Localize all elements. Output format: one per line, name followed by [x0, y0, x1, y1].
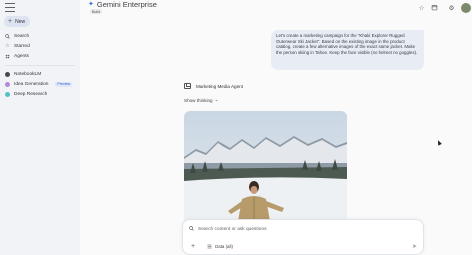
new-chat-label: New	[15, 18, 26, 25]
user-message-bubble: Let's create a marketing campaign for th…	[271, 30, 424, 70]
sidebar-agent-notebooklm[interactable]: NotebookLM	[5, 70, 41, 78]
star-icon: ☆	[5, 43, 10, 49]
app-title: ✦ Gemini Enterprise	[88, 0, 157, 9]
show-thinking-label: Show thinking	[184, 97, 213, 103]
plus-icon: +	[8, 18, 13, 25]
sidebar-divider	[5, 65, 75, 66]
search-input-placeholder[interactable]: Search content or ask questions	[198, 227, 267, 232]
sidebar-item-agents[interactable]: Agents	[5, 52, 29, 60]
data-source-label: Data (all)	[215, 244, 233, 249]
deep-research-icon	[5, 91, 10, 97]
mouse-cursor	[436, 139, 442, 146]
sidebar-agent-idea-generation[interactable]: Idea Generation Preview	[5, 80, 73, 88]
agent-name: Marketing Media Agent	[196, 83, 243, 89]
sidebar-item-label: Starred	[14, 43, 30, 49]
chevron-down-icon: ⌄	[214, 97, 219, 102]
app-subtitle-badge: Build	[90, 9, 102, 14]
sidebar-item-label: Search	[14, 33, 30, 39]
generated-image[interactable]	[184, 111, 347, 221]
gemini-spark-icon: ✦	[88, 1, 94, 8]
send-icon[interactable]: ➤	[412, 243, 417, 250]
sidebar-agent-label: Idea Generation	[14, 81, 49, 87]
search-row[interactable]: Search content or ask questions	[189, 226, 267, 233]
chat-input-box[interactable]: Search content or ask questions + Data (…	[182, 219, 424, 255]
history-icon[interactable]	[431, 4, 438, 11]
notebooklm-icon	[5, 71, 10, 77]
sidebar-agent-label: Deep Research	[14, 91, 48, 97]
sidebar-item-starred[interactable]: ☆ Starred	[5, 42, 30, 50]
sidebar-agent-deep-research[interactable]: Deep Research	[5, 90, 47, 98]
sidebar-item-label: Agents	[14, 53, 29, 59]
sidebar-agent-label: NotebookLM	[14, 71, 42, 77]
search-icon	[189, 226, 194, 233]
show-thinking-toggle[interactable]: Show thinking ⌄	[184, 97, 218, 103]
agent-header: Marketing Media Agent	[184, 83, 243, 89]
image-agent-icon	[184, 83, 191, 89]
app-title-text: Gemini Enterprise	[96, 0, 157, 9]
star-icon[interactable]: ☆	[418, 4, 425, 12]
add-icon[interactable]: +	[191, 243, 195, 250]
input-toolbar: + Data (all)	[191, 243, 233, 250]
new-chat-button[interactable]: + New	[4, 16, 30, 27]
list-icon	[207, 244, 212, 250]
sidebar-item-search[interactable]: Search	[5, 32, 29, 40]
avatar[interactable]	[461, 3, 471, 13]
menu-icon[interactable]	[5, 3, 15, 12]
preview-badge: Preview	[55, 81, 73, 87]
agents-icon	[5, 54, 10, 59]
settings-icon[interactable]: ⚙	[448, 4, 455, 12]
search-icon	[5, 33, 10, 39]
sidebar: + New Search ☆ Starred Agents NotebookLM…	[0, 0, 80, 255]
data-source-selector[interactable]: Data (all)	[207, 244, 233, 250]
idea-generation-icon	[5, 81, 10, 87]
